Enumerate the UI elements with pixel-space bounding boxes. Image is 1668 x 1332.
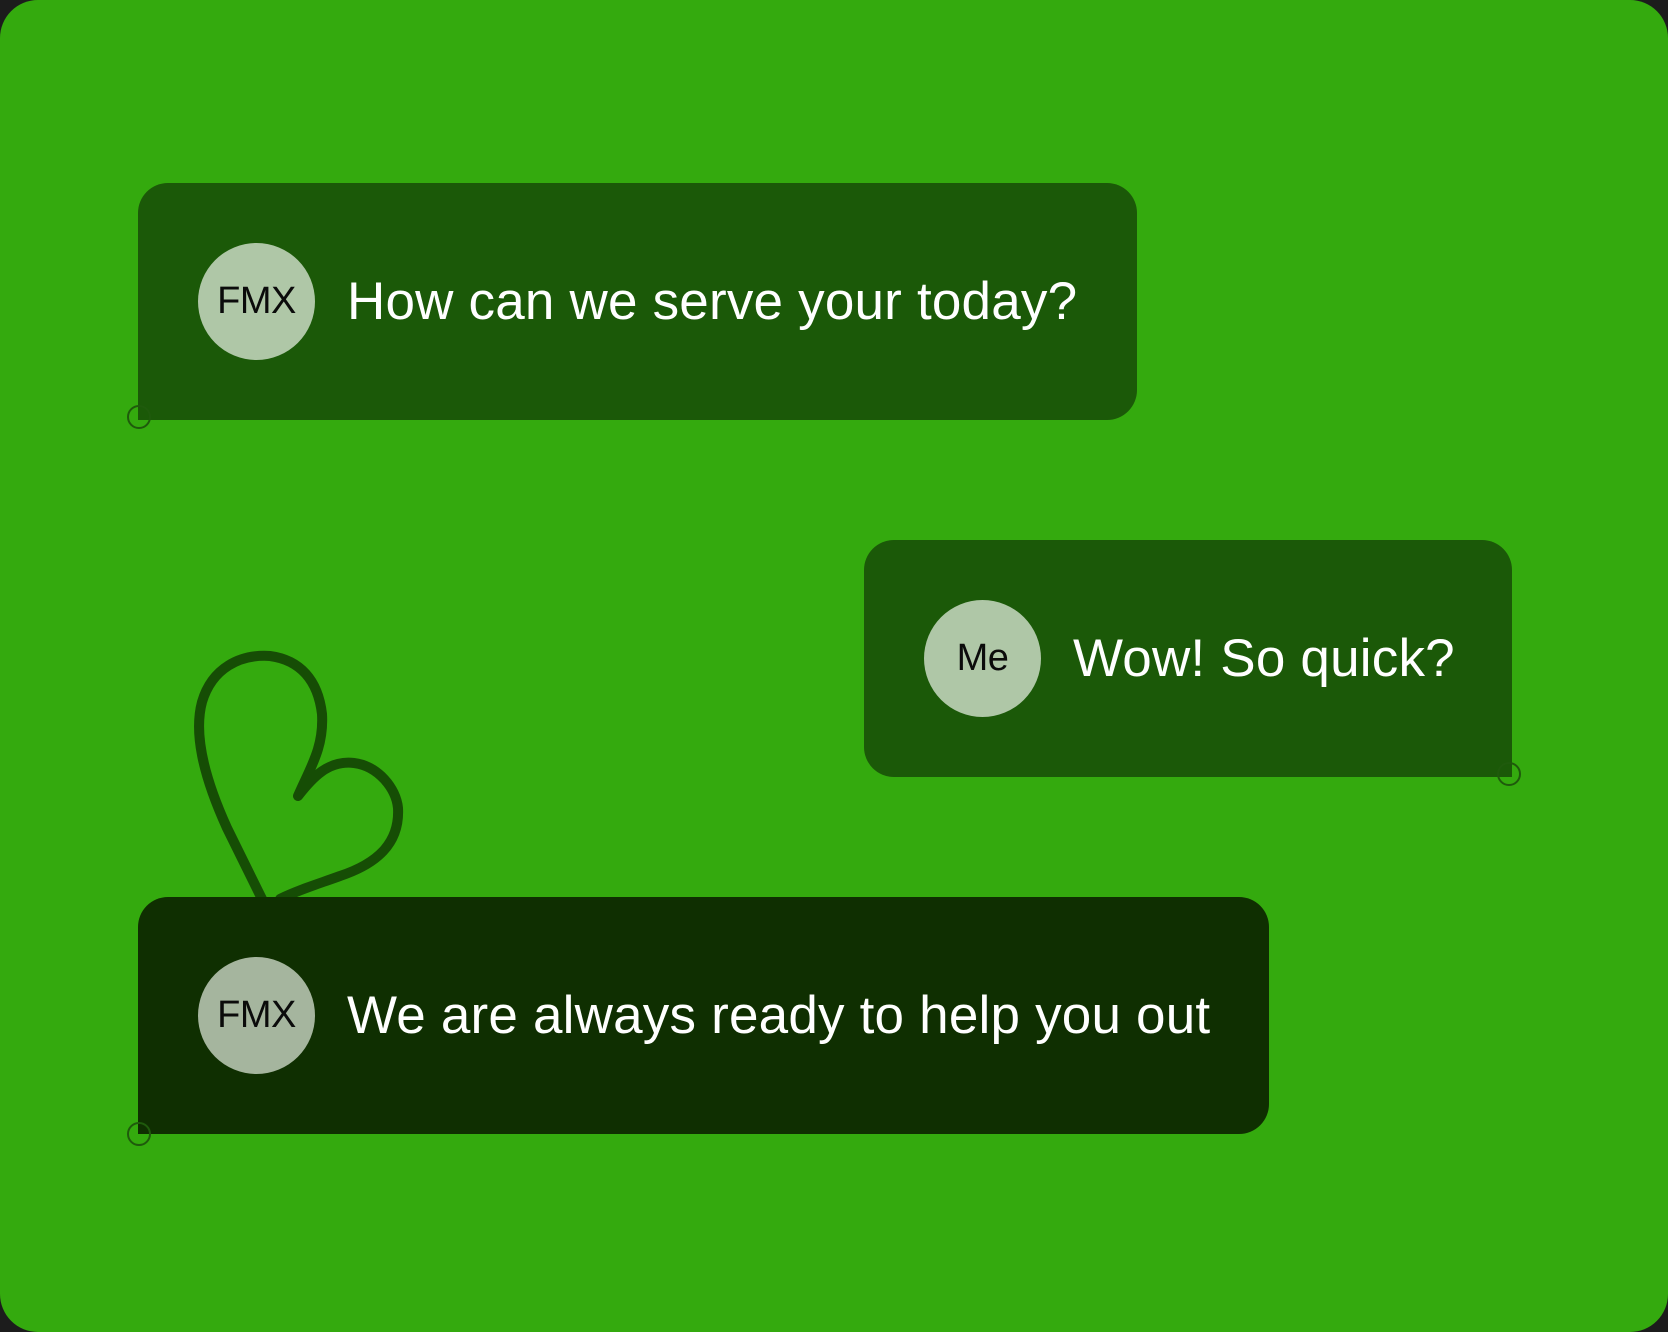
message-text: We are always ready to help you out (347, 986, 1211, 1045)
avatar-label: Me (956, 637, 1009, 679)
message-text: How can we serve your today? (347, 272, 1078, 331)
circle-outline-icon (127, 1122, 151, 1146)
heart-outline-icon (194, 650, 404, 900)
chat-illustration: FMX How can we serve your today? Me Wow!… (0, 0, 1668, 1332)
avatar-label: FMX (217, 994, 296, 1036)
avatar-label: FMX (217, 280, 296, 322)
circle-outline-icon (1497, 762, 1521, 786)
avatar: FMX (198, 957, 315, 1074)
message-bubble-bot: FMX How can we serve your today? (138, 183, 1137, 420)
avatar: Me (924, 600, 1041, 717)
circle-outline-icon (127, 405, 151, 429)
message-text: Wow! So quick? (1073, 629, 1455, 688)
message-bubble-bot: FMX We are always ready to help you out (138, 897, 1269, 1134)
message-bubble-user: Me Wow! So quick? (864, 540, 1512, 777)
avatar: FMX (198, 243, 315, 360)
